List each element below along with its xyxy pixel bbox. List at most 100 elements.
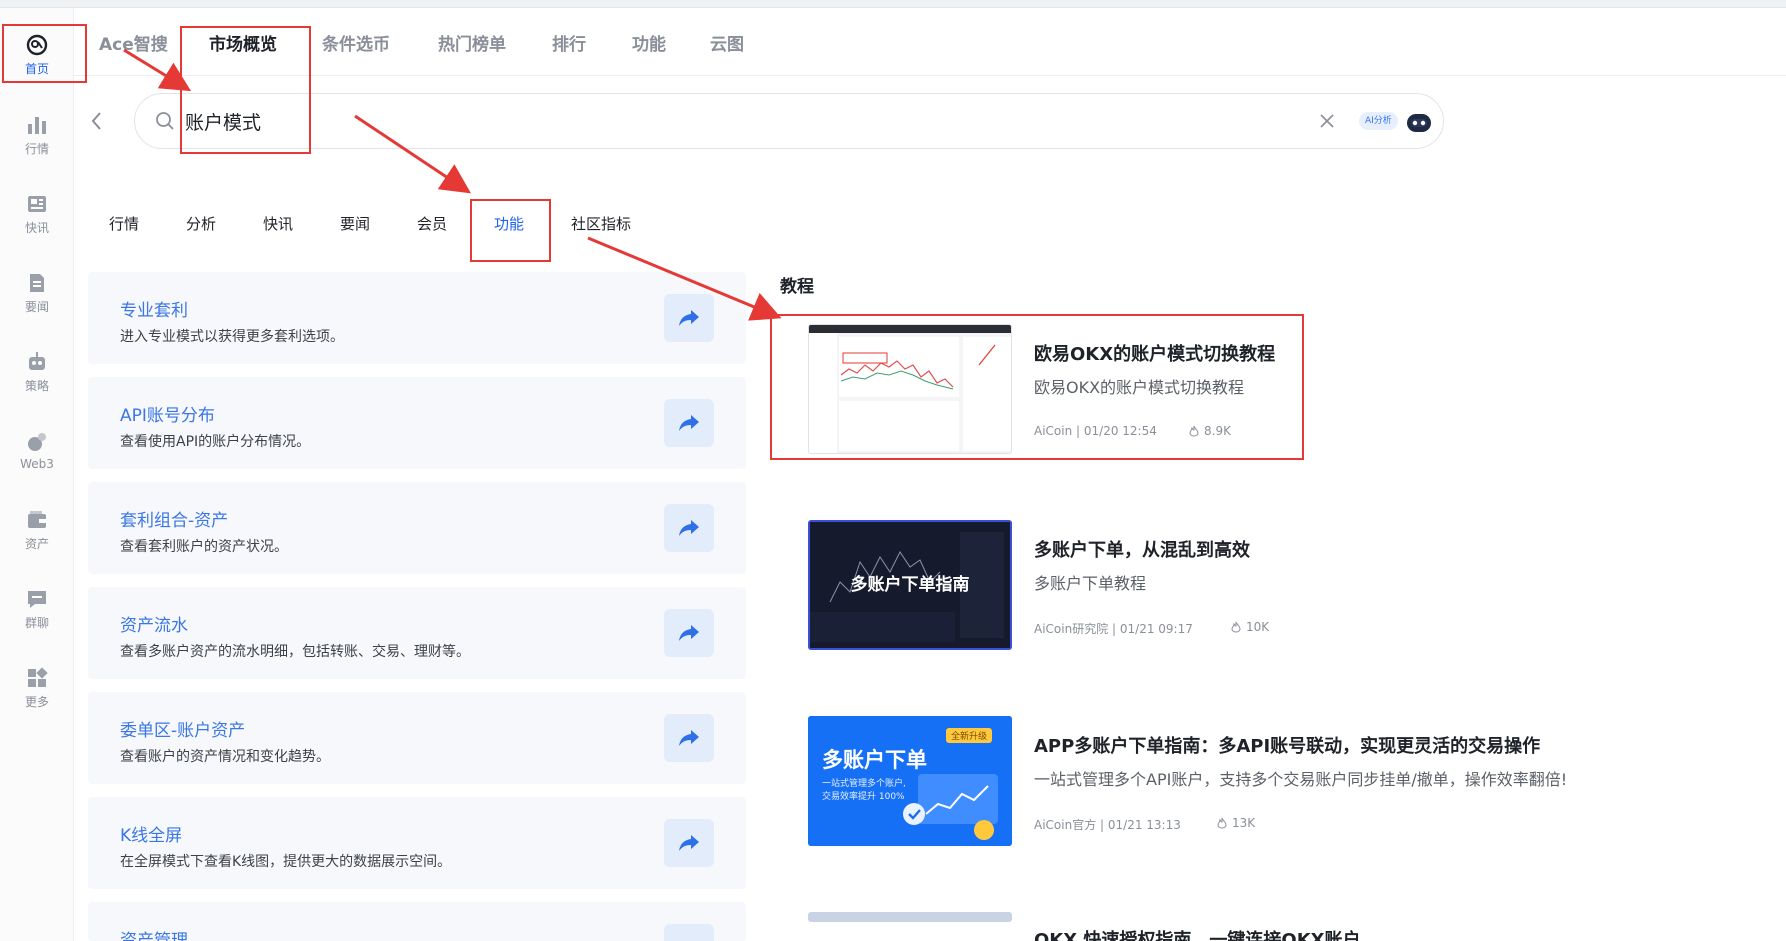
sidebar-item-more[interactable]: 更多	[0, 653, 74, 723]
web3-icon	[26, 431, 48, 453]
ai-robot-icon[interactable]	[1405, 110, 1433, 138]
close-icon[interactable]	[1318, 112, 1336, 134]
category-tab-functions[interactable]: 功能	[494, 213, 524, 234]
tutorial-desc: 欧易OKX的账户模式切换教程	[1034, 378, 1245, 397]
search-input[interactable]	[185, 106, 1185, 136]
feature-card[interactable]: 专业套利 进入专业模式以获得更多套利选项。	[88, 272, 746, 364]
share-arrow-icon	[679, 415, 699, 431]
share-arrow-button[interactable]	[664, 504, 714, 552]
tab-hot-lists[interactable]: 热门榜单	[438, 30, 506, 55]
tutorial-item[interactable]: 全新升级 多账户下单 一站式管理多个账户, 交易效率提升 100% APP多账户…	[808, 716, 1628, 852]
category-tab-market[interactable]: 行情	[109, 213, 139, 234]
search-bar: AI分析	[134, 93, 1444, 149]
thumbnail-subtitle: 交易效率提升 100%	[822, 792, 905, 802]
sidebar-item-market[interactable]: 行情	[0, 100, 74, 170]
tutorial-item[interactable]: OKX 快速授权指南，一键连接OKX账户	[808, 912, 1628, 941]
share-arrow-icon	[679, 310, 699, 326]
sidebar-item-label: 群聊	[24, 615, 49, 630]
feature-card[interactable]: 套利组合-资产 查看套利账户的资产状况。	[88, 482, 746, 574]
share-arrow-button[interactable]	[664, 609, 714, 657]
wallet-icon	[26, 509, 48, 531]
feature-title: API账号分布	[120, 406, 215, 426]
sidebar-item-label: 快讯	[24, 220, 49, 235]
back-arrow-icon[interactable]	[88, 110, 106, 132]
tutorial-section-title: 教程	[780, 277, 814, 297]
share-arrow-button[interactable]	[664, 714, 714, 762]
feature-title: 资产流水	[120, 616, 188, 636]
tutorial-meta: AiCoin研究院 | 01/21 09:17	[1034, 622, 1193, 636]
category-tab-flash[interactable]: 快讯	[263, 213, 293, 234]
sidebar-item-flash-news[interactable]: 快讯	[0, 179, 74, 249]
sidebar-item-label: Web3	[20, 457, 54, 471]
feature-card[interactable]: 委单区-账户资产 查看账户的资产情况和变化趋势。	[88, 692, 746, 784]
share-arrow-button[interactable]	[664, 924, 714, 941]
sidebar-item-label: 资产	[24, 536, 49, 551]
tutorial-views: 8.9K	[1188, 424, 1231, 438]
tab-functions[interactable]: 功能	[632, 30, 666, 55]
category-tab-membership[interactable]: 会员	[417, 213, 447, 234]
feature-card[interactable]: 资产管理	[88, 902, 746, 941]
feature-title: 资产管理	[120, 931, 188, 941]
tab-coin-screener[interactable]: 条件选币	[322, 30, 390, 55]
share-arrow-button[interactable]	[664, 294, 714, 342]
sidebar-item-home[interactable]: 首页	[0, 20, 74, 90]
share-arrow-icon	[679, 835, 699, 851]
feature-desc: 查看账户的资产情况和变化趋势。	[120, 749, 330, 765]
fire-icon	[1189, 425, 1199, 437]
tab-ranking[interactable]: 排行	[552, 30, 586, 55]
ai-analysis-badge[interactable]: AI分析	[1359, 112, 1398, 130]
document-icon	[26, 272, 48, 294]
tutorial-thumbnail	[808, 324, 1012, 454]
thumbnail-caption: 多账户下单	[822, 748, 927, 772]
tutorial-desc: 一站式管理多个API账户，支持多个交易账户同步挂单/撤单，操作效率翻倍!	[1034, 770, 1568, 789]
sidebar-item-headlines[interactable]: 要闻	[0, 258, 74, 328]
tab-cloud-map[interactable]: 云图	[710, 30, 744, 55]
news-icon	[26, 193, 48, 215]
tutorial-title: 欧易OKX的账户模式切换教程	[1034, 344, 1276, 365]
window-top-strip	[0, 0, 1786, 8]
tutorial-meta: AiCoin官方 | 01/21 13:13	[1034, 818, 1181, 832]
main-tab-bar: Ace智搜 市场概览 条件选币 热门榜单 排行 功能 云图	[74, 8, 1786, 76]
grid-icon	[26, 666, 48, 689]
sidebar-item-group-chat[interactable]: 群聊	[0, 574, 74, 644]
category-tab-analysis[interactable]: 分析	[186, 213, 216, 234]
search-icon	[155, 111, 175, 135]
tutorial-title: APP多账户下单指南：多API账号联动，实现更灵活的交易操作	[1034, 736, 1541, 757]
feature-desc: 查看套利账户的资产状况。	[120, 539, 288, 555]
tutorial-desc: 多账户下单教程	[1034, 574, 1147, 593]
tutorial-title: OKX 快速授权指南，一键连接OKX账户	[1034, 930, 1361, 941]
feature-desc: 查看使用API的账户分布情况。	[120, 434, 311, 450]
share-arrow-icon	[679, 730, 699, 746]
share-arrow-icon	[679, 625, 699, 641]
share-arrow-icon	[679, 520, 699, 536]
aicoin-logo-icon	[26, 34, 48, 56]
tutorial-item[interactable]: 欧易OKX的账户模式切换教程 欧易OKX的账户模式切换教程 AiCoin | 0…	[808, 324, 1628, 460]
category-tab-community-indicators[interactable]: 社区指标	[571, 213, 631, 234]
tutorial-views-count: 13K	[1232, 816, 1256, 830]
tutorial-thumbnail	[808, 912, 1012, 922]
tab-ace-search[interactable]: Ace智搜	[99, 30, 168, 55]
fire-icon	[1231, 621, 1241, 633]
sidebar-item-label: 更多	[24, 694, 49, 709]
sidebar-item-label: 首页	[24, 61, 49, 76]
sidebar-item-label: 策略	[24, 378, 49, 393]
thumbnail-caption: 多账户下单指南	[850, 575, 970, 595]
feature-desc: 进入专业模式以获得更多套利选项。	[120, 329, 344, 345]
category-tab-headlines[interactable]: 要闻	[340, 213, 370, 234]
feature-desc: 查看多账户资产的流水明细，包括转账、交易、理财等。	[120, 644, 470, 660]
feature-desc: 在全屏模式下查看K线图，提供更大的数据展示空间。	[120, 854, 452, 870]
share-arrow-button[interactable]	[664, 819, 714, 867]
feature-card[interactable]: API账号分布 查看使用API的账户分布情况。	[88, 377, 746, 469]
sidebar-item-assets[interactable]: 资产	[0, 495, 74, 565]
feature-card[interactable]: K线全屏 在全屏模式下查看K线图，提供更大的数据展示空间。	[88, 797, 746, 889]
share-arrow-button[interactable]	[664, 399, 714, 447]
sidebar-item-web3[interactable]: Web3	[0, 416, 74, 486]
tutorial-title: 多账户下单，从混乱到高效	[1034, 540, 1250, 561]
tutorial-item[interactable]: 多账户下单指南 多账户下单，从混乱到高效 多账户下单教程 AiCoin研究院 |…	[808, 520, 1628, 656]
tab-market-overview[interactable]: 市场概览	[209, 30, 277, 55]
robot-icon	[26, 351, 48, 373]
fire-icon	[1217, 817, 1227, 829]
feature-card[interactable]: 资产流水 查看多账户资产的流水明细，包括转账、交易、理财等。	[88, 587, 746, 679]
feature-title: 套利组合-资产	[120, 511, 229, 531]
sidebar-item-strategy[interactable]: 策略	[0, 337, 74, 407]
